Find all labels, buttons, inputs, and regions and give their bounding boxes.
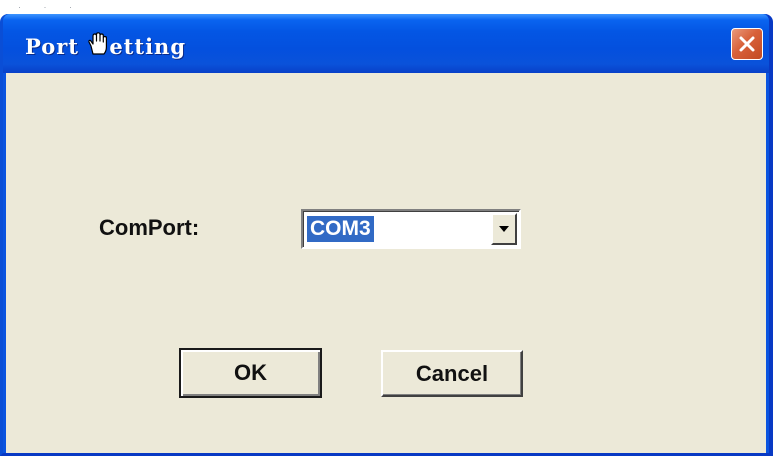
comport-selected-value[interactable]: COM3: [307, 216, 374, 242]
port-setting-dialog: Port etting ComPort: COM3 OK Cancel: [0, 14, 773, 456]
title-bar[interactable]: Port etting: [3, 14, 769, 73]
cancel-button[interactable]: Cancel: [381, 350, 523, 397]
hand-cursor-icon: [88, 32, 108, 55]
dialog-body: ComPort: COM3 OK Cancel: [6, 73, 766, 453]
ok-button[interactable]: OK: [179, 348, 322, 398]
dropdown-arrow-icon: [499, 226, 509, 232]
comport-select[interactable]: COM3: [301, 209, 521, 249]
close-button[interactable]: [731, 28, 763, 60]
comport-label: ComPort:: [99, 215, 200, 240]
dropdown-button[interactable]: [491, 213, 517, 245]
close-icon: [739, 36, 755, 52]
title-prefix: Port: [25, 34, 88, 59]
background-specks: · · ·: [18, 2, 82, 12]
title-suffix: etting: [109, 34, 187, 59]
window-title: Port etting: [25, 32, 186, 59]
